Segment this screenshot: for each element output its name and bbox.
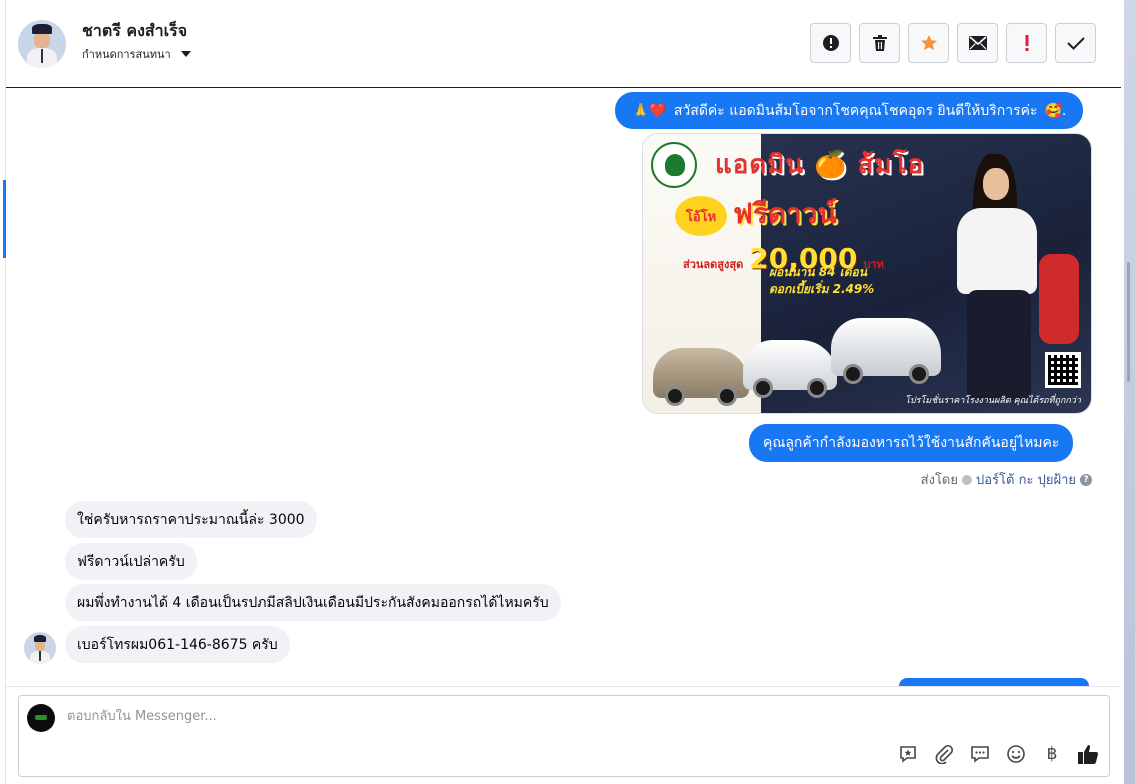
scrollbar[interactable] [1121,0,1135,784]
mark-unread-button[interactable] [957,23,998,63]
outgoing-message-question[interactable]: คุณลูกค้ากำลังมองหารถไว้ใช้งานสักคันอยู่… [749,424,1074,462]
car-sedan-image [653,348,749,406]
outgoing-message-partial[interactable] [899,678,1089,686]
assign-conversation-label: กำหนดการสนทนา [82,48,171,61]
contact-name[interactable]: ชาตรี คงสำเร็จ [82,19,187,44]
incoming-message[interactable]: ฟรีดาวน์เปล่าครับ [65,543,197,580]
incoming-message[interactable]: เบอร์โทรผม061-146-8675 ครับ [65,626,290,663]
active-conversation-indicator [3,180,6,258]
promo-free-down: ฟรีดาวน์ [733,197,837,230]
help-icon[interactable]: ? [1080,473,1092,486]
promo-image-attachment[interactable]: แอดมิน 🍊 ส้มโอ โอ้โห ฟรีดาวน์ ส่วนลดสูงส… [642,133,1092,414]
conversation-actions [810,23,1096,63]
greeting-text: สวัสดีค่ะ แอดมินส้มโอจากโชคคุณโชคอุดร ยิ… [673,102,1038,119]
promo-headline: แอดมิน 🍊 ส้มโอ [715,150,925,180]
chat-bubbles-icon[interactable] [969,743,991,765]
follow-up-button[interactable] [1006,23,1047,63]
promo-badge: โอ้โห [675,196,727,236]
conversation-header: ชาตรี คงสำเร็จ กำหนดการสนทนา [6,0,1121,88]
emoji-pray-heart: 🙏❤️ [632,102,667,119]
mark-spam-button[interactable] [810,23,851,63]
promo-term-interest: ดอกเบี้ยเริ่ม 2.49% [769,282,875,296]
baht-icon[interactable]: ฿ [1041,743,1063,765]
promo-model-figure [943,154,1053,404]
delete-button[interactable] [859,23,900,63]
promo-term-installment: ผ่อนนาน 84 เดือน [769,265,867,279]
messenger-inbox: ชาตรี คงสำเร็จ กำหนดการสนทนา 🙏❤️ สวัสดีค… [0,0,1135,784]
sent-by-info: ส่งโดย ปอร์โต้ กะ ปุยฝ้าย ? [921,469,1092,490]
outgoing-message-greeting[interactable]: 🙏❤️ สวัสดีค่ะ แอดมินส้มโอจากโชคคุณโชคอุด… [615,92,1084,129]
composer-tools: ฿ [897,743,1099,765]
car-pickup-image-1 [743,340,837,398]
scrollbar-thumb[interactable] [1127,262,1130,382]
left-divider [5,0,6,784]
star-icon [920,35,937,51]
attachment-icon[interactable] [933,743,955,765]
emoji-smiling-hearts: 🥰. [1044,102,1067,119]
thumbs-up-icon[interactable] [1077,743,1099,765]
mail-icon [968,36,987,50]
incoming-message[interactable]: ผมพึ่งทำงานได้ 4 เดือนเป็นรปภมีสลิปเงินเ… [65,584,561,621]
promo-footer: โปรโมชั่นราคาโรงงานผลิต คุณได้รถที่ถูกกว… [905,396,1081,406]
incoming-message[interactable]: ใช่ครับหารถราคาประมาณนี้ล่ะ 3000 [65,501,317,538]
trash-icon [872,35,887,51]
emoji-icon[interactable] [1005,743,1027,765]
composer-divider [6,686,1121,687]
reply-composer: ฿ [18,695,1110,777]
reply-input[interactable] [67,709,1067,724]
sender-avatar-icon [962,474,972,485]
sent-by-label: ส่งโดย [920,473,958,488]
check-icon [1066,37,1085,50]
star-button[interactable] [908,23,949,63]
caret-down-icon [180,51,191,57]
saved-reply-icon[interactable] [897,743,919,765]
page-avatar [27,704,55,732]
qr-code-image [1045,352,1081,388]
assign-conversation-dropdown[interactable]: กำหนดการสนทนา [82,45,191,63]
contact-avatar[interactable] [18,20,66,68]
promo-discount-label: ส่วนลดสูงสุด [683,258,744,271]
car-pickup-image-2 [831,318,941,384]
mark-done-button[interactable] [1055,23,1096,63]
exclamation-icon [1025,35,1028,51]
contact-avatar-small[interactable] [24,632,56,664]
dealer-logo [651,142,697,188]
sender-name[interactable]: ปอร์โต้ กะ ปุยฝ้าย [976,469,1076,490]
promo-terms: ผ่อนนาน 84 เดือน ดอกเบี้ยเริ่ม 2.49% [769,264,874,298]
alert-circle-icon [822,35,839,51]
